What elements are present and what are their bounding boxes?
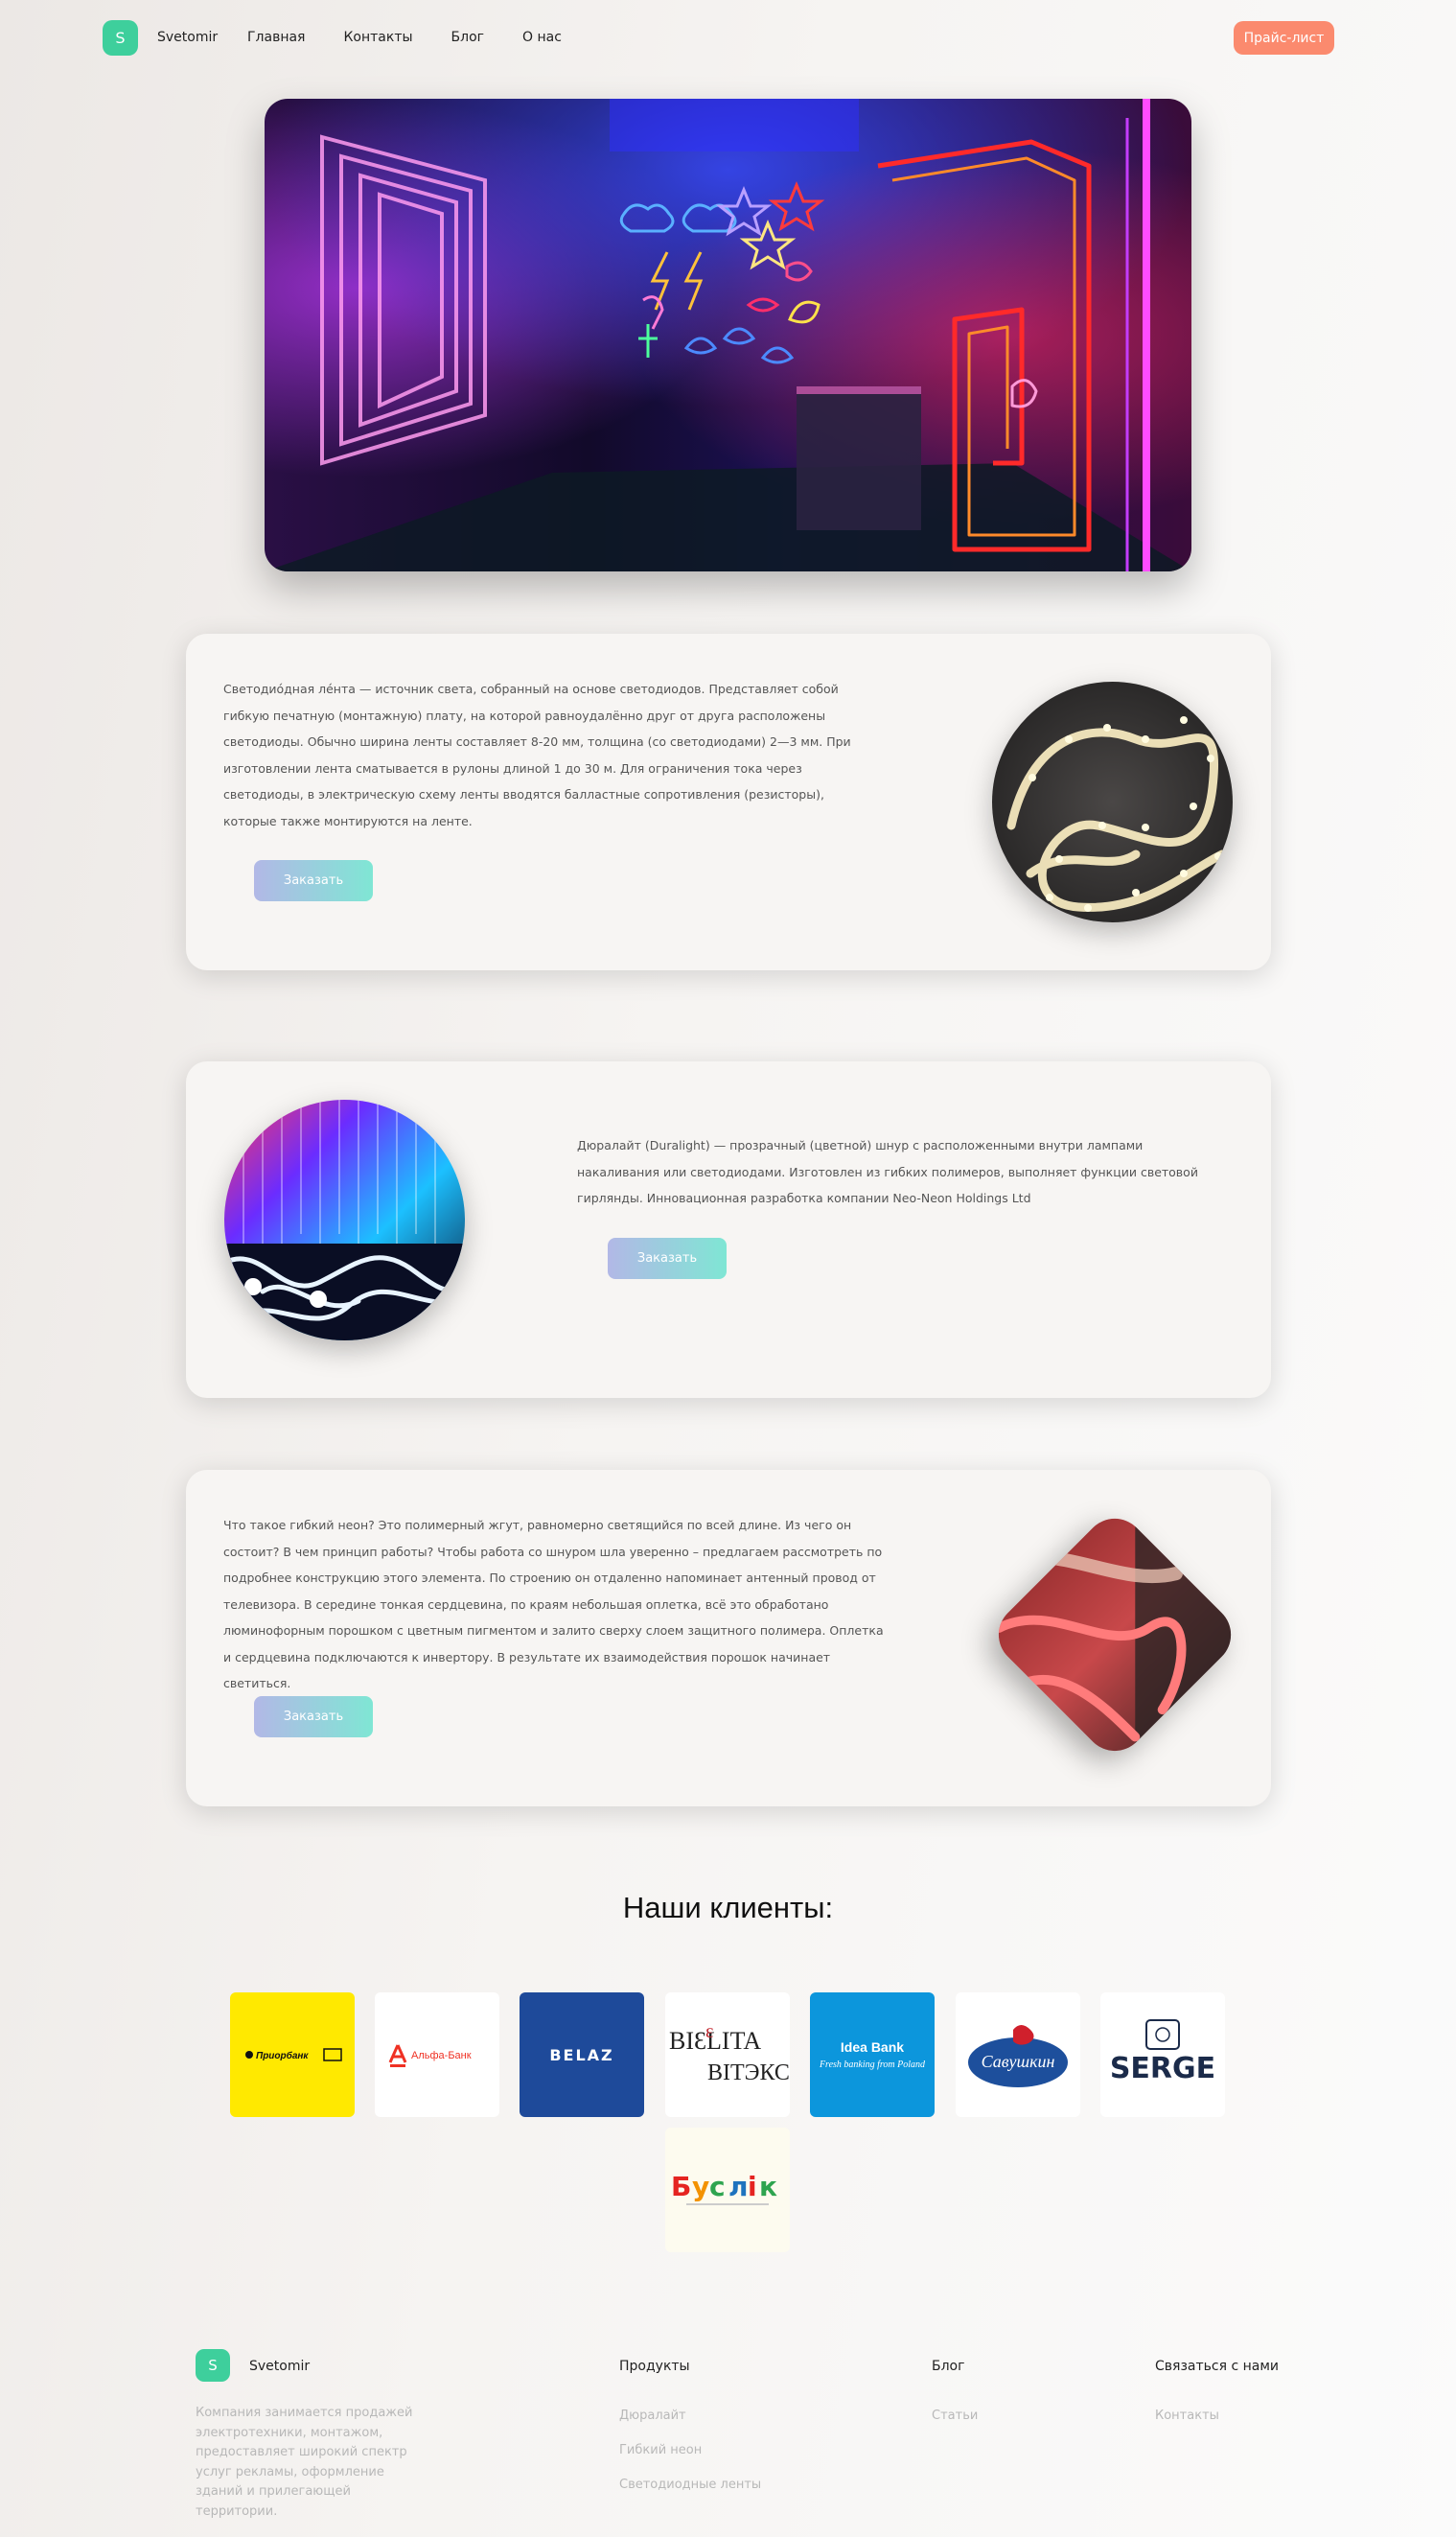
footer-link-flex-neon[interactable]: Гибкий неон: [619, 2443, 702, 2457]
svg-text:Б: Б: [671, 2171, 691, 2202]
buslik-logo-icon: Б у с л і к: [671, 2171, 777, 2205]
svg-text:SERGE: SERGE: [1110, 2052, 1215, 2085]
ideabank-logo-icon: Idea Bank Fresh banking from Poland: [819, 2039, 926, 2070]
svg-text:у: у: [692, 2171, 709, 2202]
product-description: Светодиóдная лéнта — источник света, соб…: [223, 682, 851, 828]
nav-item-about[interactable]: О нас: [522, 30, 562, 45]
bielita-logo-icon: BIƐLITA ε ВІТЭКС: [669, 2021, 790, 2085]
neon-room-illustration: [265, 99, 1191, 571]
alfabank-logo-icon: Альфа-Банк: [388, 2044, 472, 2067]
client-logo-belaz[interactable]: BELAZ: [520, 1992, 644, 2117]
footer-column-title-blog: Блог: [932, 2359, 965, 2374]
svg-text:ВІТЭКС: ВІТЭКС: [707, 2060, 790, 2085]
footer-logo-badge[interactable]: S: [196, 2349, 230, 2382]
client-logo-buslik[interactable]: Б у с л і к: [665, 2128, 790, 2252]
svg-text:ε: ε: [705, 2021, 713, 2042]
hero-image: [265, 99, 1191, 571]
logo-badge[interactable]: S: [103, 20, 138, 56]
client-logo-ideabank[interactable]: Idea Bank Fresh banking from Poland: [810, 1992, 935, 2117]
product-card-duralight: Дюралайт (Duralight) — прозрачный (цветн…: [186, 1061, 1271, 1398]
order-button[interactable]: Заказать: [254, 860, 373, 901]
client-logo-alfabank[interactable]: Альфа-Банк: [375, 1992, 499, 2117]
svg-text:Приорбанк: Приорбанк: [256, 2050, 309, 2061]
footer-link-articles[interactable]: Статьи: [932, 2409, 978, 2423]
priorbank-logo-icon: Приорбанк: [245, 2048, 342, 2061]
svg-text:с: с: [709, 2171, 726, 2202]
clients-title: Наши клиенты:: [622, 1891, 834, 1924]
order-button[interactable]: Заказать: [608, 1238, 727, 1279]
order-button[interactable]: Заказать: [254, 1696, 373, 1737]
product-description: Дюралайт (Duralight) — прозрачный (цветн…: [577, 1138, 1198, 1205]
svg-text:Альфа-Банк: Альфа-Банк: [411, 2050, 472, 2061]
nav-item-contacts[interactable]: Контакты: [343, 30, 412, 45]
svg-text:л: л: [728, 2171, 749, 2202]
brand-name[interactable]: Svetomir: [157, 30, 218, 45]
svg-text:і: і: [748, 2171, 757, 2202]
serge-logo-icon: SERGE: [1110, 2019, 1215, 2085]
price-list-button[interactable]: Прайс-лист: [1234, 21, 1334, 55]
header: S Svetomir Главная Контакты Блог О нас П…: [0, 0, 1456, 77]
client-logo-bielita[interactable]: BIƐLITA ε ВІТЭКС: [665, 1992, 790, 2117]
svg-text:к: к: [759, 2171, 777, 2202]
led-strip-image: [992, 682, 1233, 922]
svg-text:Fresh banking from Poland: Fresh banking from Poland: [819, 2060, 926, 2070]
client-logo-serge[interactable]: SERGE: [1100, 1992, 1225, 2117]
footer-column-title-contact: Связаться с нами: [1155, 2359, 1279, 2374]
nav-item-blog[interactable]: Блог: [451, 30, 484, 45]
main-nav: Главная Контакты Блог О нас: [247, 30, 562, 45]
footer-about-text: Компания занимается продажей электротехн…: [196, 2406, 413, 2519]
footer-link-contacts[interactable]: Контакты: [1155, 2409, 1219, 2423]
svg-text:Idea Bank: Idea Bank: [841, 2039, 904, 2055]
footer-link-led-strips[interactable]: Светодиодные ленты: [619, 2478, 761, 2492]
footer-column-title-products: Продукты: [619, 2359, 690, 2374]
flex-neon-image: [985, 1505, 1244, 1764]
svg-text:Савушкин: Савушкин: [982, 2052, 1055, 2071]
belaz-logo-icon: BELAZ: [549, 2046, 613, 2064]
client-logo-savushkin[interactable]: Савушкин: [956, 1992, 1080, 2117]
svg-text:BELAZ: BELAZ: [549, 2046, 613, 2064]
footer-brand-name[interactable]: Svetomir: [249, 2359, 310, 2374]
savushkin-logo-icon: Савушкин: [968, 2025, 1068, 2087]
nav-item-home[interactable]: Главная: [247, 30, 305, 45]
footer-link-duralight[interactable]: Дюралайт: [619, 2409, 686, 2423]
client-logo-priorbank[interactable]: Приорбанк: [230, 1992, 355, 2117]
product-card-led-strip: Светодиóдная лéнта — источник света, соб…: [186, 634, 1271, 970]
product-card-flex-neon: Что такое гибкий неон? Это полимерный жг…: [186, 1470, 1271, 1806]
svg-text:BIƐLITA: BIƐLITA: [669, 2027, 761, 2055]
product-description: Что такое гибкий неон? Это полимерный жг…: [223, 1518, 884, 1690]
duralight-image: [224, 1100, 465, 1340]
